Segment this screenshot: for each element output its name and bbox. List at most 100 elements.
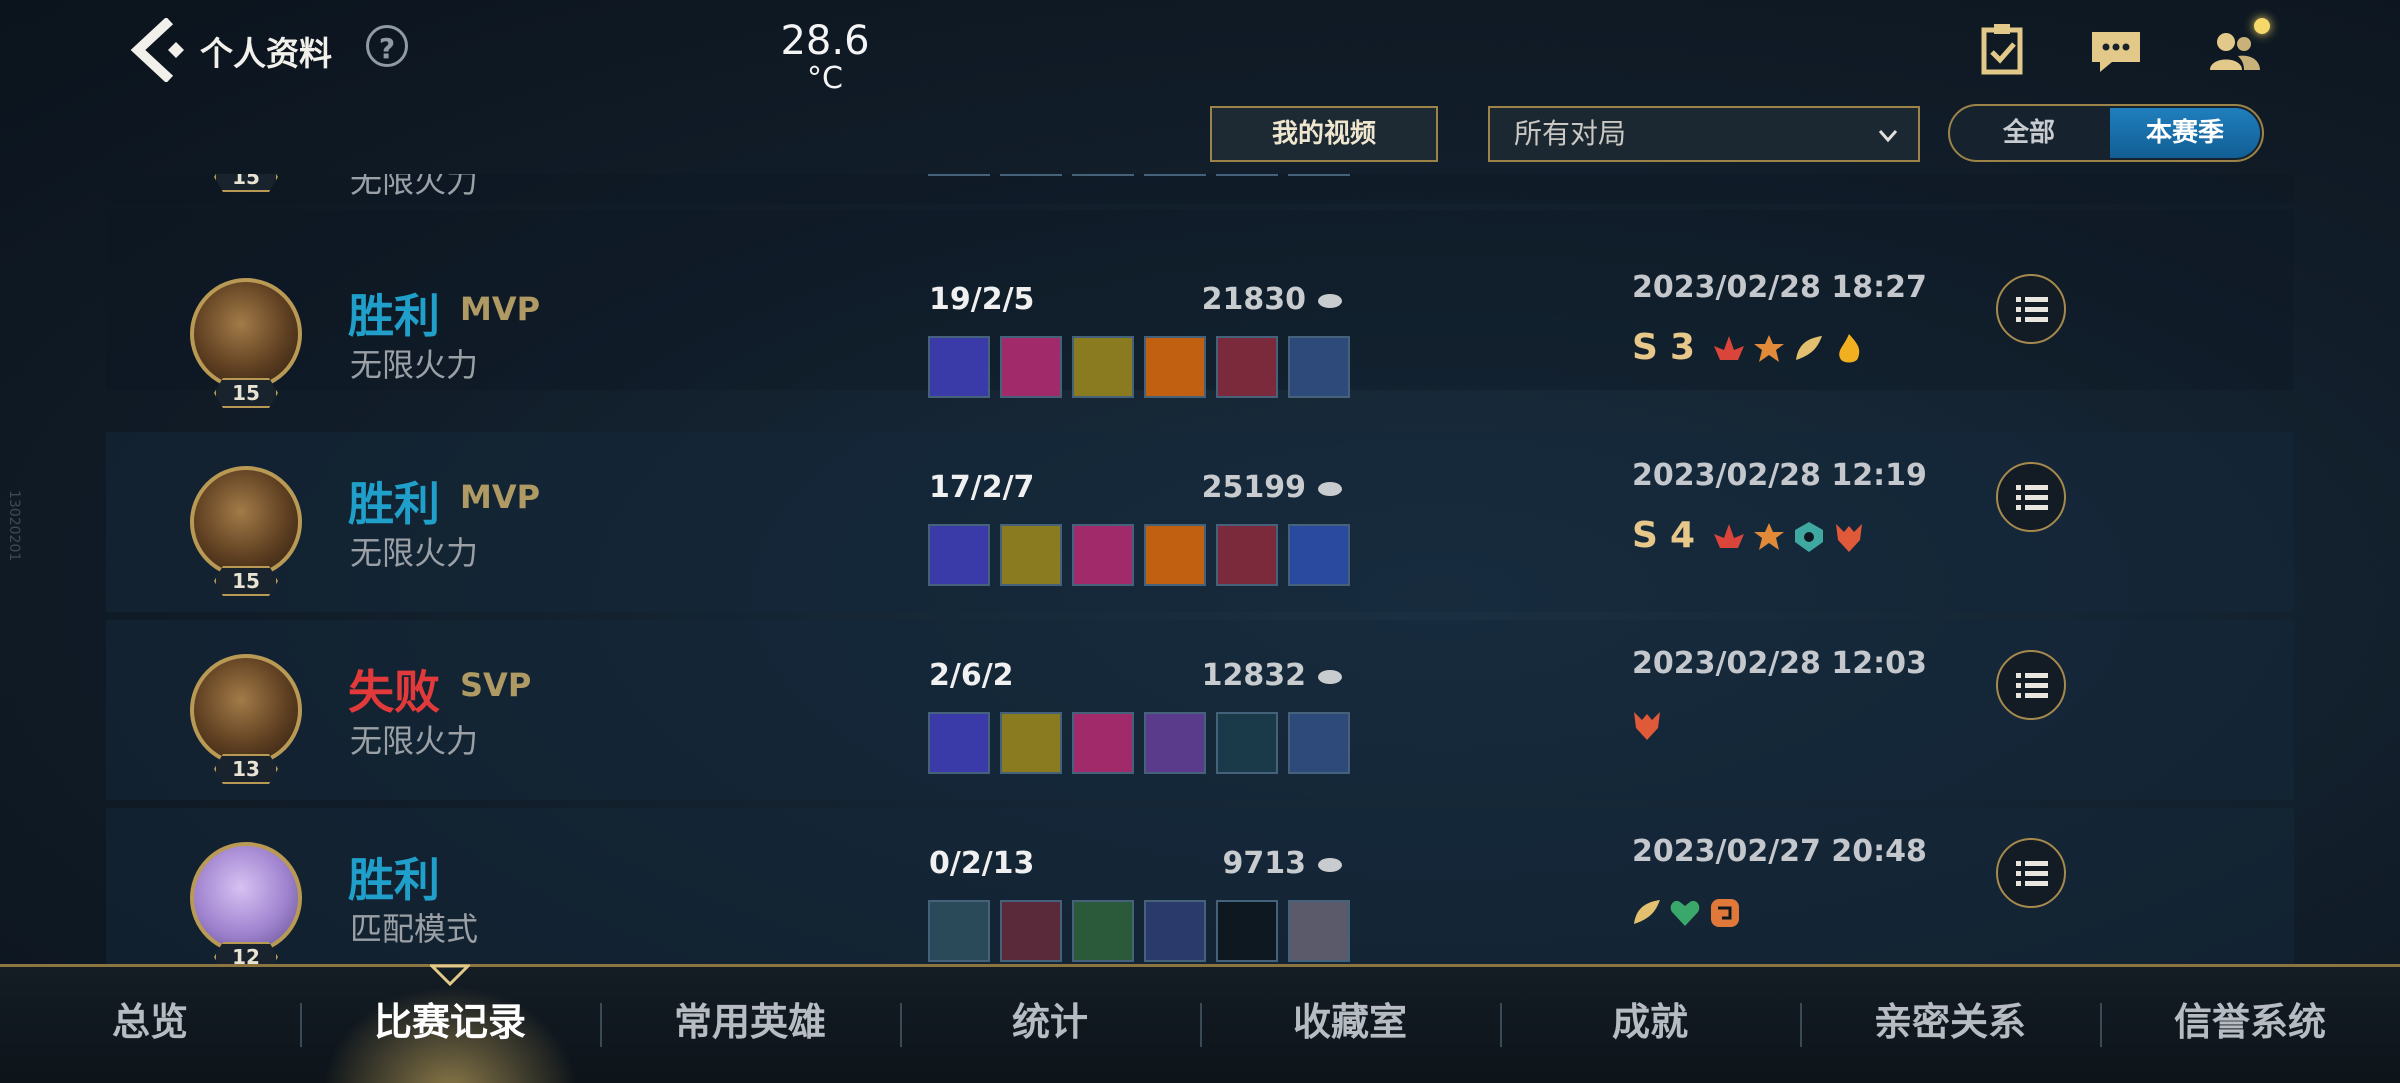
item-icon: [928, 336, 990, 398]
match-detail-button[interactable]: [1996, 650, 2066, 720]
list-icon: [2016, 485, 2048, 510]
tab-relationships[interactable]: 亲密关系: [1800, 967, 2100, 1083]
season-toggle[interactable]: 全部 本赛季: [1948, 104, 2264, 162]
match-result: 胜利: [348, 289, 440, 343]
lotus-badge-icon: [1714, 524, 1744, 548]
back-arrow-icon[interactable]: [128, 18, 184, 82]
gold-coin-icon: [1318, 482, 1342, 496]
tab-collection[interactable]: 收藏室: [1200, 967, 1500, 1083]
mvp-tag: MVP: [460, 290, 541, 328]
tab-achievements[interactable]: 成就: [1500, 967, 1800, 1083]
kda-stat: 0/2/13: [929, 846, 1035, 881]
hero-level: 12: [214, 942, 278, 966]
match-list[interactable]: 15 无限火力 15 胜利 MVP 无限火力 19/2/5 21830 2023…: [0, 174, 2400, 966]
temperature-unit: °C: [807, 61, 843, 96]
gold-coin-icon: [1318, 670, 1342, 684]
kda-stat: 17/2/7: [929, 470, 1035, 505]
match-row[interactable]: 15 胜利 MVP 无限火力 19/2/5 21830 2023/02/28 1…: [106, 210, 2294, 408]
badge-letter: S: [1632, 327, 1658, 368]
tab-favorite-heroes[interactable]: 常用英雄: [600, 967, 900, 1083]
tab-honor-system[interactable]: 信誉系统: [2100, 967, 2400, 1083]
match-mode: 无限火力: [350, 534, 479, 572]
match-row[interactable]: 15 无限火力: [106, 174, 2294, 204]
item-icon: [1216, 712, 1278, 774]
gold-coin-icon: [1318, 858, 1342, 872]
gold-earned: 12832: [1201, 658, 1306, 693]
notification-dot: [2254, 18, 2270, 34]
hero-level: 13: [214, 754, 278, 784]
list-icon: [2016, 297, 2048, 322]
mvp-tag: MVP: [460, 478, 541, 516]
match-result: 失败: [348, 665, 440, 719]
kda-stat: 2/6/2: [929, 658, 1014, 693]
svp-tag: SVP: [460, 666, 532, 704]
match-row[interactable]: 12 胜利 匹配模式 0/2/13 9713 2023/02/27 20:48: [106, 808, 2294, 966]
match-mode: 无限火力: [350, 346, 479, 384]
demon-badge-icon: [1836, 524, 1862, 552]
gold-earned: 21830: [1201, 282, 1306, 317]
match-detail-button[interactable]: [1996, 838, 2066, 908]
help-icon[interactable]: ?: [366, 25, 408, 67]
crest-badge-icon: [1754, 335, 1784, 362]
match-row[interactable]: 13 失败 SVP 无限火力 2/6/2 12832 2023/02/28 12…: [106, 620, 2294, 800]
kda-stat: 19/2/5: [929, 282, 1035, 317]
item-icon: [1000, 524, 1062, 586]
crest-badge-icon: [1754, 523, 1784, 550]
item-icon: [1144, 712, 1206, 774]
item-icon: [1000, 174, 1062, 176]
season-all-option[interactable]: 全部: [1950, 106, 2108, 160]
list-icon: [2016, 861, 2048, 886]
match-mode: 无限火力: [350, 174, 479, 200]
badge-number: 4: [1670, 515, 1696, 556]
item-icon: [1072, 900, 1134, 962]
hero-avatar: [190, 842, 302, 954]
item-icon: [1216, 336, 1278, 398]
my-video-button[interactable]: 我的视频: [1210, 106, 1438, 162]
item-icon: [1216, 524, 1278, 586]
item-icon: [1072, 524, 1134, 586]
wing-badge-icon: [1634, 900, 1660, 924]
match-row[interactable]: 15 胜利 MVP 无限火力 17/2/7 25199 2023/02/28 1…: [106, 432, 2294, 612]
match-filter-dropdown[interactable]: 所有对局: [1488, 106, 1920, 162]
match-detail-button[interactable]: [1996, 462, 2066, 532]
item-icon: [1072, 336, 1134, 398]
item-icon: [1288, 336, 1350, 398]
item-icon: [1000, 900, 1062, 962]
lotus-badge-icon: [1714, 336, 1744, 360]
match-date: 2023/02/28 18:27: [1632, 270, 1927, 305]
item-icon: [1288, 174, 1350, 176]
tab-statistics[interactable]: 统计: [900, 967, 1200, 1083]
flame-badge-icon: [1839, 334, 1860, 363]
temperature-readout: 28.6 °C: [770, 18, 880, 94]
item-icon: [928, 524, 990, 586]
item-icon: [1216, 174, 1278, 176]
spiral-badge-icon: [1711, 899, 1739, 927]
hero-level: 15: [214, 378, 278, 408]
match-filter-value: 所有对局: [1514, 117, 1627, 150]
item-icon: [928, 174, 990, 176]
item-icon: [1288, 712, 1350, 774]
badge-letter: S: [1632, 515, 1658, 556]
hero-avatar: [190, 278, 302, 390]
badge-number: 3: [1670, 327, 1696, 368]
page-title: 个人资料: [200, 34, 332, 73]
demon-badge-icon: [1634, 712, 1660, 740]
chevron-down-icon: [1878, 130, 1898, 143]
match-mode: 无限火力: [350, 722, 479, 760]
item-icon: [1144, 524, 1206, 586]
tab-overview[interactable]: 总览: [0, 967, 300, 1083]
match-detail-button[interactable]: [1996, 274, 2066, 344]
list-icon: [2016, 673, 2048, 698]
task-checklist-icon[interactable]: [1972, 20, 2032, 80]
temperature-value: 28.6: [780, 18, 870, 64]
match-result: 胜利: [348, 477, 440, 531]
season-current-option[interactable]: 本赛季: [2110, 108, 2260, 158]
item-icon: [928, 712, 990, 774]
item-icon: [1072, 174, 1134, 176]
chat-icon[interactable]: [2086, 20, 2146, 80]
item-icon: [1144, 336, 1206, 398]
wing-badge-icon: [1796, 336, 1822, 360]
hero-avatar: [190, 466, 302, 578]
item-icon: [1072, 712, 1134, 774]
active-tab-indicator: [430, 964, 470, 986]
